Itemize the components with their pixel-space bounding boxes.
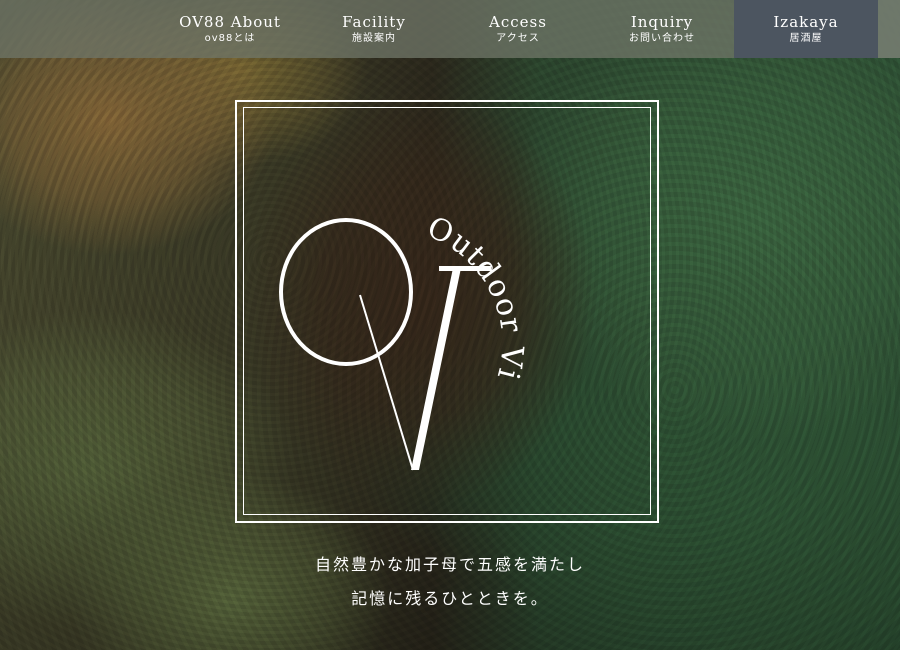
top-nav: OV88 About ov88とは Facility 施設案内 Access ア…: [0, 0, 900, 58]
nav-item-about[interactable]: OV88 About ov88とは: [158, 0, 302, 58]
nav-item-access-label: Access: [489, 13, 547, 31]
nav-item-facility[interactable]: Facility 施設案内: [302, 0, 446, 58]
logo-o-ring: [279, 218, 413, 366]
nav-item-izakaya[interactable]: Izakaya 居酒屋: [734, 0, 878, 58]
logo-v-thick-stroke: [411, 268, 461, 470]
nav-item-access[interactable]: Access アクセス: [446, 0, 590, 58]
tagline-line-2: 記憶に残るひとときを。: [351, 589, 549, 608]
nav-edge: [878, 0, 900, 58]
ov88-logo: Outdoor Village 88: [235, 100, 530, 471]
nav-item-facility-sublabel: 施設案内: [352, 33, 396, 44]
nav-item-inquiry-sublabel: お問い合わせ: [629, 33, 695, 44]
nav-item-about-sublabel: ov88とは: [204, 33, 256, 44]
nav-item-facility-label: Facility: [342, 13, 406, 31]
nav-item-izakaya-sublabel: 居酒屋: [789, 33, 823, 44]
nav-item-inquiry[interactable]: Inquiry お問い合わせ: [590, 0, 734, 58]
nav-item-access-sublabel: アクセス: [496, 33, 540, 44]
nav-item-about-label: OV88 About: [179, 13, 281, 31]
logo-arc-text-path: Outdoor Village 88: [235, 100, 529, 384]
tagline-line-1: 自然豊かな加子母で五感を満たし: [314, 555, 585, 574]
logo-arc-text: Outdoor Village 88: [235, 100, 530, 384]
nav-item-inquiry-label: Inquiry: [630, 13, 694, 31]
tagline: 自然豊かな加子母で五感を満たし 記憶に残るひとときを。: [0, 548, 900, 616]
nav-item-izakaya-label: Izakaya: [773, 13, 839, 31]
